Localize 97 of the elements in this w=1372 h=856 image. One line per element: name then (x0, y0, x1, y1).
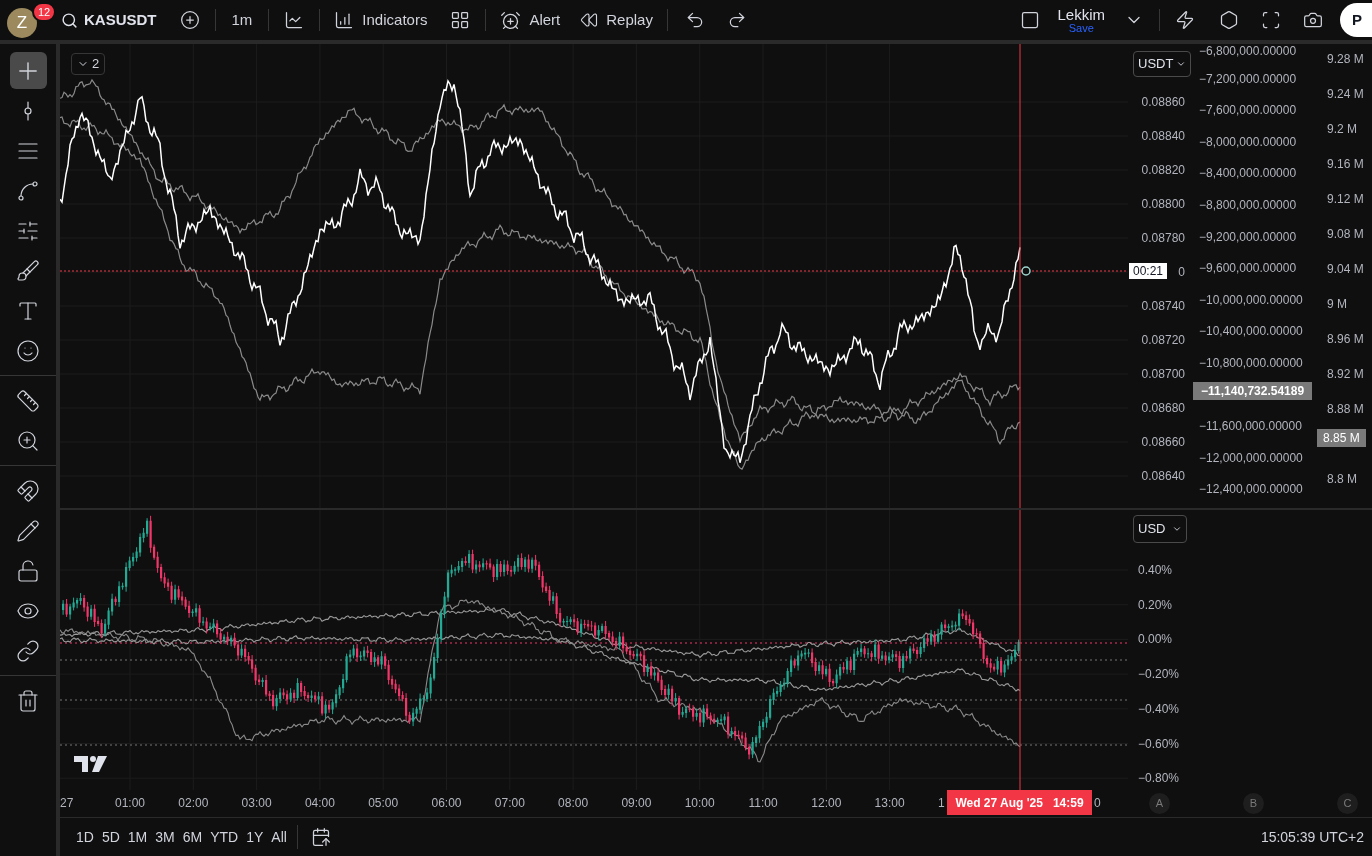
currency-select[interactable]: USDT (1133, 51, 1192, 77)
price-label: 0.08640 (1141, 469, 1185, 483)
time-label: 1 (938, 796, 945, 810)
axis-label: 8.8 M (1327, 472, 1357, 486)
scale-toggle[interactable]: A (1149, 793, 1170, 814)
time-label: 09:00 (621, 796, 652, 810)
time-label: 05:00 (368, 796, 399, 810)
price-label: 0 (1178, 265, 1185, 279)
replay-button[interactable]: Replay (574, 3, 659, 37)
range-button[interactable]: 3M (151, 823, 179, 851)
axis-label: −8,800,000.00000 (1199, 198, 1297, 212)
time-label: 0 (1094, 796, 1101, 810)
time-label: 08:00 (558, 796, 589, 810)
range-button[interactable]: 5D (97, 823, 124, 851)
axis-label: −12,000,000.00000 (1199, 450, 1303, 465)
clock: 15:05:39 UTC+2 (1260, 827, 1364, 847)
axis-label: 9.24 M (1327, 87, 1364, 101)
time-label: 06:00 (431, 796, 462, 810)
price-label: 0.08820 (1141, 163, 1185, 177)
time-label: 07:00 (494, 796, 525, 810)
currency-select[interactable]: USD (1133, 515, 1187, 543)
percent-label: −0.80% (1138, 771, 1180, 786)
price-label: 0.08800 (1141, 197, 1185, 211)
cursor-time-label: Wed 27 Aug '25 14:59 (947, 790, 1092, 815)
axis-label: 9.12 M (1327, 192, 1364, 206)
bar-chart-icon (334, 10, 355, 30)
axis-label: −10,000,000.00000 (1199, 292, 1303, 307)
alert-button[interactable]: Alert (494, 3, 567, 37)
price-label: 0.08660 (1141, 435, 1185, 449)
time-label: 02:00 (178, 796, 209, 810)
range-button[interactable]: 1D (72, 823, 98, 851)
price-label: 0.08680 (1141, 401, 1185, 415)
range-button[interactable]: 1M (123, 823, 152, 851)
price-label: 0.08720 (1141, 333, 1185, 347)
percent-label: 0.20% (1138, 597, 1173, 612)
percent-label: −0.40% (1138, 701, 1180, 716)
range-button[interactable]: 6M (178, 823, 207, 851)
legend-toggle[interactable]: 2 (71, 53, 106, 75)
axis-label: 8.92 M (1327, 367, 1364, 381)
axis-label: −7,600,000.00000 (1199, 103, 1297, 118)
price-label: 0.08780 (1141, 231, 1185, 245)
time-label: 11:00 (748, 796, 778, 810)
percent-label: −0.20% (1138, 667, 1180, 682)
range-button[interactable]: 1Y (242, 823, 268, 851)
time-label: 04:00 (304, 796, 335, 810)
axis-label: 9.04 M (1327, 262, 1364, 276)
axis-label: 9 M (1327, 297, 1347, 311)
axis-label: 9.28 M (1327, 52, 1364, 66)
axis-label: −7,200,000.00000 (1199, 71, 1297, 86)
publish-button[interactable]: P (1340, 3, 1372, 37)
last-price-marker (1021, 266, 1031, 276)
time-label: 13:00 (874, 796, 905, 810)
axis-label: 9.2 M (1327, 122, 1357, 136)
range-button[interactable]: All (267, 823, 291, 851)
percent-label: 0.00% (1138, 632, 1173, 647)
range-button[interactable]: YTD (206, 823, 243, 851)
price-label: 0.08700 (1141, 367, 1185, 381)
axis-label: −9,600,000.00000 (1199, 261, 1297, 276)
axis-label: −11,600,000.00000 (1199, 419, 1302, 434)
time-label: 03:00 (241, 796, 272, 810)
axis-label: −10,400,000.00000 (1199, 324, 1303, 339)
axis-label: −8,400,000.00000 (1199, 166, 1297, 181)
rewind-icon (580, 11, 599, 29)
layout-name[interactable]: Lekkim Save (1057, 6, 1105, 34)
axis-label: −8,000,000.00000 (1199, 134, 1297, 149)
crosshair-icon[interactable] (9, 52, 47, 89)
price-label: 0.08740 (1141, 299, 1185, 313)
price-label: 0.08860 (1141, 95, 1185, 109)
symbol-search[interactable]: KASUSDT (55, 3, 163, 37)
price-label: 0.08840 (1141, 129, 1185, 143)
axis-label: −10,800,000.00000 (1199, 356, 1303, 370)
axis-label: −9,200,000.00000 (1199, 229, 1297, 244)
chevron-down-icon (1172, 524, 1182, 534)
time-label: 01:00 (115, 796, 145, 810)
scale-toggle[interactable]: C (1337, 793, 1358, 814)
time-label: 12:00 (811, 796, 842, 810)
countdown-label: 00:21 (1129, 263, 1168, 279)
value-marker: −11,140,732.54189 (1193, 382, 1313, 400)
axis-label: 9.16 M (1327, 157, 1364, 171)
axis-label: −6,800,000.00000 (1199, 44, 1297, 58)
axis-label: 8.88 M (1327, 402, 1364, 416)
axis-label: 9.08 M (1327, 227, 1364, 241)
alarm-clock-icon (500, 9, 522, 31)
indicators-button[interactable]: Indicators (328, 3, 434, 37)
percent-label: −0.60% (1138, 736, 1180, 751)
percent-label: 0.40% (1138, 563, 1173, 577)
time-label: 27 (60, 796, 74, 810)
search-icon (61, 11, 78, 29)
axis-label: −12,400,000.00000 (1199, 482, 1303, 497)
scale-toggle[interactable]: B (1243, 793, 1264, 814)
value-marker: 8.85 M (1317, 429, 1366, 447)
logo-icon (74, 756, 107, 772)
chevron-down-icon (1176, 59, 1187, 69)
interval-button[interactable]: 1m (223, 3, 261, 37)
time-label: 10:00 (684, 796, 715, 810)
notification-badge: 12 (32, 2, 57, 22)
axis-label: 8.96 M (1327, 332, 1364, 346)
